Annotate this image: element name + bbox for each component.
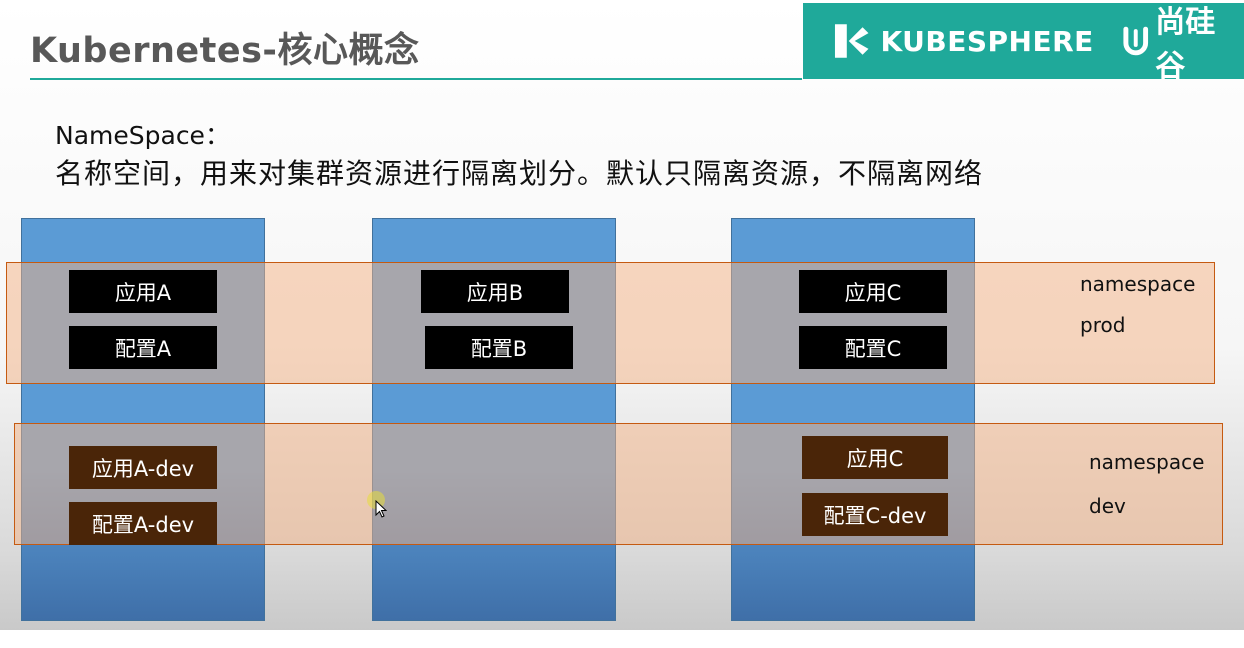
kubesphere-brand-text: KUBESPHERE	[880, 24, 1094, 58]
mouse-cursor-icon	[375, 500, 387, 518]
namespace-dev-label-line1: namespace	[1089, 450, 1205, 474]
app-a-box: 应用A	[69, 270, 217, 313]
config-c-dev-box: 配置C-dev	[802, 493, 948, 536]
page-title: Kubernetes-核心概念	[30, 31, 420, 71]
config-c-box: 配置C	[799, 326, 947, 369]
app-b-box: 应用B	[421, 270, 569, 313]
namespace-prod-label-line1: namespace	[1080, 272, 1196, 296]
atguigu-brand-text: 尚硅谷	[1155, 5, 1216, 84]
title-underline	[30, 78, 802, 80]
app-c-dev-box: 应用C	[802, 436, 948, 479]
app-c-box: 应用C	[799, 270, 947, 313]
namespace-heading: NameSpace：	[55, 121, 230, 150]
config-a-dev-box: 配置A-dev	[69, 502, 217, 545]
namespace-description: 名称空间，用来对集群资源进行隔离划分。默认只隔离资源，不隔离网络	[55, 157, 984, 190]
config-a-box: 配置A	[69, 326, 217, 369]
brand-banner: KUBESPHERE 尚硅谷	[803, 3, 1244, 84]
kubesphere-logo-icon	[834, 24, 869, 58]
atguigu-logo-icon	[1123, 26, 1148, 56]
namespace-dev-label-line2: dev	[1089, 494, 1126, 518]
slide: Kubernetes-核心概念 KUBESPHERE 尚硅谷 NameSpace…	[0, 0, 1244, 630]
app-a-dev-box: 应用A-dev	[69, 446, 217, 489]
config-b-box: 配置B	[425, 326, 573, 369]
namespace-prod-label-line2: prod	[1080, 313, 1126, 337]
